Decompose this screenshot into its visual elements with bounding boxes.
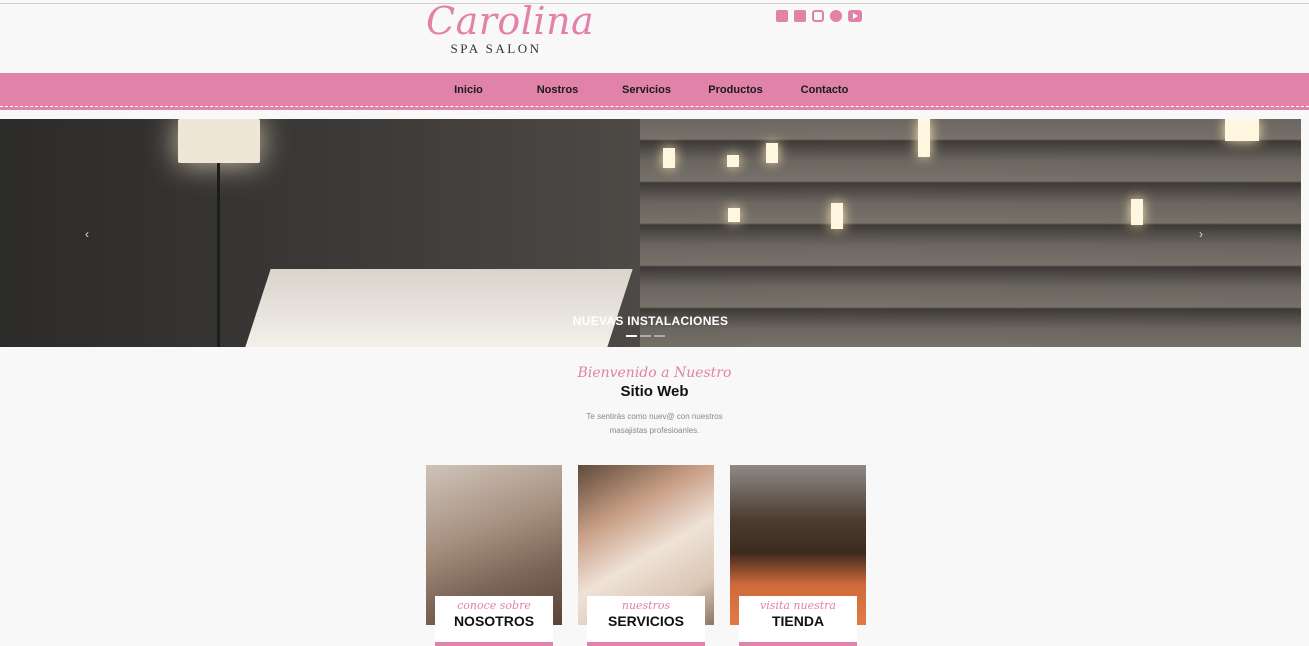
hero-candle [727, 155, 739, 167]
carousel-prev-icon[interactable]: ‹ [85, 227, 89, 241]
hero-lamp [178, 119, 260, 163]
hero-candle [663, 148, 675, 168]
nav-item-productos[interactable]: Productos [691, 84, 780, 96]
carousel-next-icon[interactable]: › [1199, 227, 1203, 241]
top-border [0, 3, 1309, 4]
hero-candle [1131, 199, 1143, 225]
card-label: visita nuestra TIENDA [739, 596, 857, 646]
hero-bed [245, 269, 633, 347]
brand-script: Carolina [426, 0, 595, 43]
nav-item-contacto[interactable]: Contacto [780, 84, 869, 96]
card-title: TIENDA [771, 613, 825, 629]
carousel-dot[interactable] [626, 335, 637, 337]
card-title: NOSOTROS [453, 613, 535, 629]
card-servicios[interactable]: nuestros SERVICIOS [578, 465, 714, 646]
card-script: conoce sobre [457, 599, 531, 612]
nav-item-nostros[interactable]: Nostros [513, 84, 602, 96]
carousel-indicators [626, 335, 665, 337]
instagram-icon[interactable] [812, 10, 824, 22]
hero-candle [918, 119, 930, 157]
card-label: nuestros SERVICIOS [587, 596, 705, 646]
hero-candle [728, 208, 740, 222]
youtube-icon[interactable] [848, 10, 862, 22]
card-nosotros[interactable]: conoce sobre NOSOTROS [426, 465, 562, 646]
welcome-section: Bienvenido a Nuestro Sitio Web Te sentir… [0, 365, 1309, 438]
main-nav: Inicio Nostros Servicios Productos Conta… [0, 73, 1309, 110]
hero-carousel: ‹ › NUEVAS INSTALACIONES [0, 119, 1301, 347]
card-script: nuestros [621, 599, 671, 612]
nav-item-inicio[interactable]: Inicio [424, 84, 513, 96]
card-script: visita nuestra [760, 599, 836, 612]
welcome-script: Bienvenido a Nuestro [577, 365, 732, 381]
carousel-dot[interactable] [640, 335, 651, 337]
hero-caption: NUEVAS INSTALACIONES [572, 314, 729, 328]
hero-candle [766, 143, 778, 163]
brand-logo[interactable]: Carolina SPA SALON [426, 0, 595, 57]
facebook-icon[interactable] [776, 10, 788, 22]
card-tienda[interactable]: visita nuestra TIENDA [730, 465, 866, 646]
hero-candle [831, 203, 843, 229]
brand-subtitle: SPA SALON [450, 41, 542, 56]
hero-candle [1225, 119, 1259, 141]
carousel-dot[interactable] [654, 335, 665, 337]
twitter-icon[interactable] [794, 10, 806, 22]
welcome-title: Sitio Web [620, 383, 689, 400]
card-title: SERVICIOS [608, 613, 684, 629]
pinterest-icon[interactable] [830, 10, 842, 22]
social-links [776, 10, 862, 22]
welcome-text: Te sentirás como nuev@ con nuestros masa… [586, 412, 723, 435]
card-label: conoce sobre NOSOTROS [435, 596, 553, 646]
nav-item-servicios[interactable]: Servicios [602, 84, 691, 96]
